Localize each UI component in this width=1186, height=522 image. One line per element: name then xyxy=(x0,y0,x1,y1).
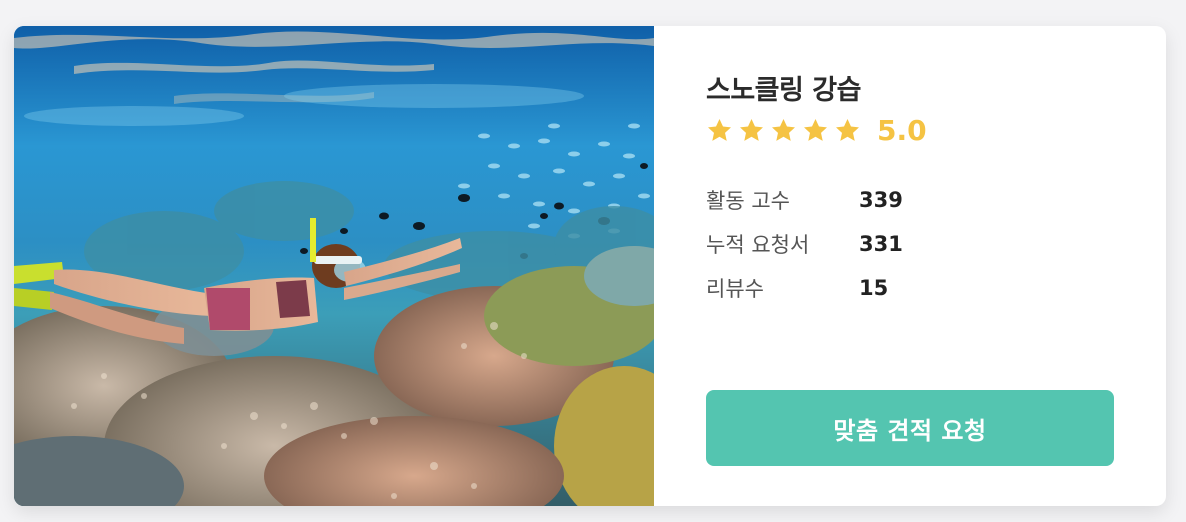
rating-score: 5.0 xyxy=(877,114,927,147)
stat-label: 활동 고수 xyxy=(706,189,790,213)
stat-value: 339 xyxy=(859,188,903,212)
star-icon xyxy=(740,119,763,141)
stat-row-requests: 누적 요청서 331 xyxy=(706,222,903,266)
star-icon xyxy=(772,119,795,141)
stat-value: 15 xyxy=(859,276,889,300)
stat-row-reviews: 리뷰수 15 xyxy=(706,266,903,310)
stats-list: 활동 고수 339 누적 요청서 331 리뷰수 15 xyxy=(706,178,903,310)
stat-row-experts: 활동 고수 339 xyxy=(706,178,903,222)
service-card[interactable]: 스노클링 강습 5.0 활동 고수 339 누적 요청서 331 리뷰수 15 … xyxy=(14,26,1166,506)
snorkeling-photo xyxy=(14,26,654,506)
stat-value: 331 xyxy=(859,232,903,256)
service-title: 스노클링 강습 xyxy=(706,75,861,106)
stat-label: 리뷰수 xyxy=(706,277,764,301)
service-info: 스노클링 강습 5.0 활동 고수 339 누적 요청서 331 리뷰수 15 … xyxy=(654,26,1166,506)
star-icon xyxy=(708,119,731,141)
stat-label: 누적 요청서 xyxy=(706,233,810,257)
request-quote-button[interactable]: 맞춤 견적 요청 xyxy=(706,390,1114,466)
star-icon xyxy=(836,119,859,141)
star-icon xyxy=(804,119,827,141)
rating: 5.0 xyxy=(706,114,927,147)
